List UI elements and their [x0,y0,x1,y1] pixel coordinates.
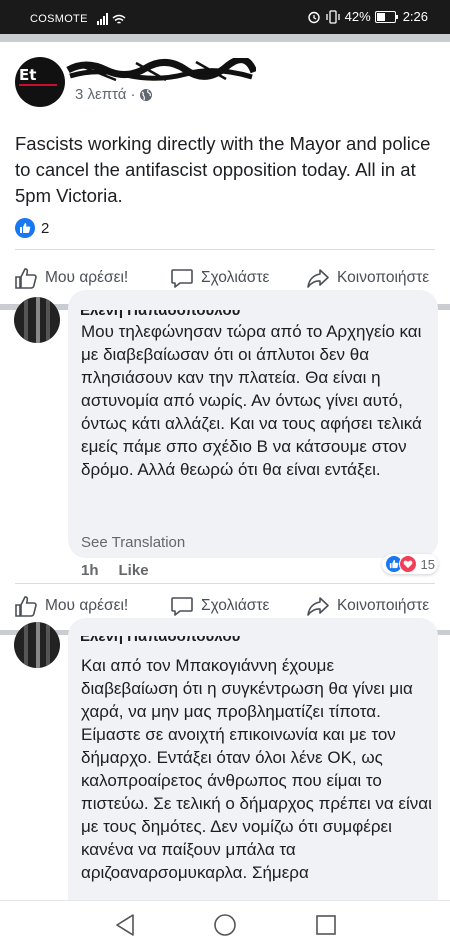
back-triangle-icon[interactable] [114,913,136,937]
avatar-texture [36,622,40,668]
commenter-avatar[interactable] [14,297,60,343]
page-avatar[interactable]: Et [15,57,65,107]
recents-square-icon[interactable] [315,913,337,937]
carrier-label: COSMOTE [30,13,88,25]
see-translation-link[interactable]: See Translation [81,534,185,551]
share-label: Κοινοποιήστε [337,269,430,286]
share-arrow-icon [307,269,329,288]
commenter-avatar[interactable] [14,622,60,668]
post-reactions[interactable]: 2 [15,218,49,238]
alarm-icon [307,11,320,23]
post-meta: 3 λεπτά · [75,86,153,103]
comment-button[interactable]: Σχολιάστε [170,267,269,289]
post-time[interactable]: 3 λεπτά [75,86,126,103]
share-button[interactable]: Κοινοποιήστε [306,595,429,617]
battery-percent: 42% [344,9,371,24]
comment-label: Σχολιάστε [201,269,270,286]
divider [15,583,435,584]
comment-button[interactable]: Σχολιάστε [170,595,269,617]
comment-text: Και από τον Μπακογιάννη έχουμε διαβεβαίω… [81,656,432,882]
comment-reactions[interactable]: 15 [381,554,438,574]
share-arrow-icon [307,597,329,616]
status-right: 42% 2:26 [307,9,428,24]
home-circle-icon[interactable] [213,913,237,937]
love-reaction-icon [398,555,417,573]
comment-bubble: Ελενη Παπαδοπουλου Μου τηλεφώνησαν τώρα … [68,290,438,558]
comment-time: 1h [81,562,99,579]
status-bar: COSMOTE 42% 2:26 [0,0,450,34]
thumbs-up-icon [15,596,37,617]
thumbs-up-icon [15,268,37,289]
battery-icon [374,10,398,23]
post-text: Fascists working directly with the Mayor… [15,133,431,206]
avatar-texture [24,297,28,343]
reaction-count: 15 [420,556,435,572]
avatar-badge: Et [19,66,37,84]
vibrate-icon [326,9,340,24]
comment-icon [171,597,193,616]
like-label: Μου αρέσει! [45,269,129,286]
divider [15,249,435,250]
clock: 2:26 [402,9,428,24]
commenter-name[interactable]: Ελενη Παπαδοπουλου [80,636,240,645]
status-left: COSMOTE [30,10,131,25]
avatar-texture [46,297,50,343]
share-button[interactable]: Κοινοποιήστε [306,267,429,289]
system-navigation-bar [0,900,450,950]
signal-icon [97,12,126,25]
comment-meta: 1h Like [81,562,149,579]
comment-icon [171,269,193,288]
top-separator [0,34,450,42]
comment-bubble: Ελενη Παπαδοπουλου Και από τον Μπακογιάν… [68,618,438,908]
like-count: 2 [41,219,50,237]
avatar-texture [36,297,40,343]
globe-icon [140,88,153,101]
like-label: Μου αρέσει! [45,597,129,614]
comment-like-button[interactable]: Like [119,562,149,579]
avatar-texture [46,622,50,668]
share-label: Κοινοποιήστε [337,597,430,614]
avatar-texture [24,622,28,668]
meta-dot: · [130,86,136,103]
like-button[interactable]: Μου αρέσει! [14,267,128,289]
redacted-author-name [66,58,256,82]
comment-text: Μου τηλεφώνησαν τώρα από το Αρχηγείο και… [81,322,422,479]
like-reaction-icon [15,218,35,238]
avatar-stripe [19,84,57,86]
commenter-name[interactable]: Ελενη Παπαδοπουλου [80,310,240,319]
like-button[interactable]: Μου αρέσει! [14,595,128,617]
comment-label: Σχολιάστε [201,597,270,614]
